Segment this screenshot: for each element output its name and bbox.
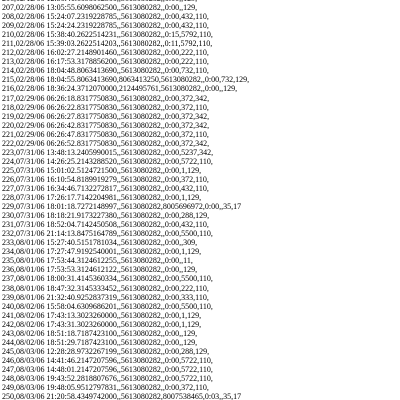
record-line: 229,07/31/06 18:01:18.7272148997,,561308… <box>2 202 242 212</box>
record-line: 220,02/29/06 06:26:42.8317750830,,561308… <box>2 120 210 130</box>
record-line: 225,07/31/06 15:01:02.5124721500,,561308… <box>2 165 202 175</box>
record-line: 208,02/28/06 15:24:07.2319228785,,561308… <box>2 12 209 22</box>
record-line: 219,02/29/06 06:26:27.8317750830,,561308… <box>2 111 210 121</box>
record-line: 221,02/29/06 06:26:47.8317750830,,561308… <box>2 129 209 139</box>
record-line: 209,02/28/06 15:24:24.2319228785,,561308… <box>2 21 209 31</box>
record-line: 250,08/03/06 21:20:58.4349742000,,561308… <box>2 392 242 400</box>
record-line: 246,08/03/06 14:41:46.2147207596,,561308… <box>2 355 213 365</box>
record-line: 249,08/03/06 19:48:05.9512797831,,561308… <box>2 383 209 393</box>
record-line: 216,02/28/06 18:36:24.3712070000,2124495… <box>2 84 238 94</box>
record-line: 207,02/28/06 13:05:55.6098062500,,561308… <box>2 3 198 13</box>
record-line: 243,08/02/06 18:51:18.7187423100,,561308… <box>2 328 198 338</box>
record-line: 222,02/29/06 06:26:52.8317750830,,561308… <box>2 138 210 148</box>
record-line: 215,02/28/06 18:04:55.8063413690,8063413… <box>2 75 250 85</box>
record-line: 217,02/29/06 06:26:18.8317750830,,561308… <box>2 93 210 103</box>
record-line: 235,08/01/06 17:53:44.3124612255,,561308… <box>2 256 193 266</box>
record-line: 230,07/31/06 18:18:21.9173227380,,561308… <box>2 211 210 221</box>
record-line: 232,07/31/06 21:14:13.8475164789,,561308… <box>2 229 213 239</box>
record-line: 240,08/02/06 15:58:04.6309686201,,561308… <box>2 301 213 311</box>
record-line: 239,08/01/06 21:32:40.9252837319,,561308… <box>2 292 209 302</box>
record-line: 245,08/03/06 12:28:28.9732267199,,561308… <box>2 346 210 356</box>
record-line: 226,07/31/06 16:10:54.8189919279,,561308… <box>2 174 209 184</box>
record-line: 248,08/03/06 19:43:52.2818807676,,561308… <box>2 373 213 383</box>
record-line: 238,08/01/06 18:47:32.3145333452,,561308… <box>2 283 209 293</box>
record-line: 234,08/01/06 17:27:47.9192540001,,561308… <box>2 247 202 257</box>
record-line: 244,08/02/06 18:51:29.7187423100,,561308… <box>2 337 198 347</box>
record-line: 241,08/02/06 17:43:13.3023260000,,561308… <box>2 310 202 320</box>
record-line: 237,08/01/06 18:00:31.4145360334,,561308… <box>2 274 213 284</box>
record-line: 242,08/02/06 17:43:31.3023260000,,561308… <box>2 319 202 329</box>
record-line: 214,02/28/06 18:04:48.8063413690,,561308… <box>2 66 209 76</box>
record-line: 223,07/31/06 13:48:13.2405990015,,561308… <box>2 147 214 157</box>
record-line: 211,02/28/06 15:39:03.2622514203,,561308… <box>2 39 213 49</box>
record-line: 247,08/03/06 14:48:01.2147207596,,561308… <box>2 364 213 374</box>
record-line: 231,07/31/06 18:52:04.7142450508,,561308… <box>2 220 209 230</box>
record-list: 206,02/12/06 12:56:41.6098062500,,561308… <box>2 0 249 400</box>
record-line: 218,02/29/06 06:26:22.8317750830,,561308… <box>2 102 209 112</box>
record-line: 210,02/28/06 15:38:40.2622514231,,561308… <box>2 30 213 40</box>
record-line: 233,08/01/06 15:27:40.5151781034,,561308… <box>2 238 198 248</box>
record-line: 228,07/31/06 17:26:17.7142204981,,561308… <box>2 193 202 203</box>
record-line: 212,02/28/06 16:02:27.2148901460,,561308… <box>2 48 209 58</box>
record-line: 227,07/31/06 16:34:46.7132272817,,561308… <box>2 183 209 193</box>
record-line: 236,08/01/06 17:53:53.3124612122,,561308… <box>2 265 198 275</box>
document-page: 206,02/12/06 12:56:41.6098062500,,561308… <box>0 0 400 400</box>
record-line: 224,07/31/06 14:26:25.2143288520,,561308… <box>2 156 213 166</box>
record-line: 213,02/28/06 16:17:53.3178856200,,561308… <box>2 57 209 67</box>
